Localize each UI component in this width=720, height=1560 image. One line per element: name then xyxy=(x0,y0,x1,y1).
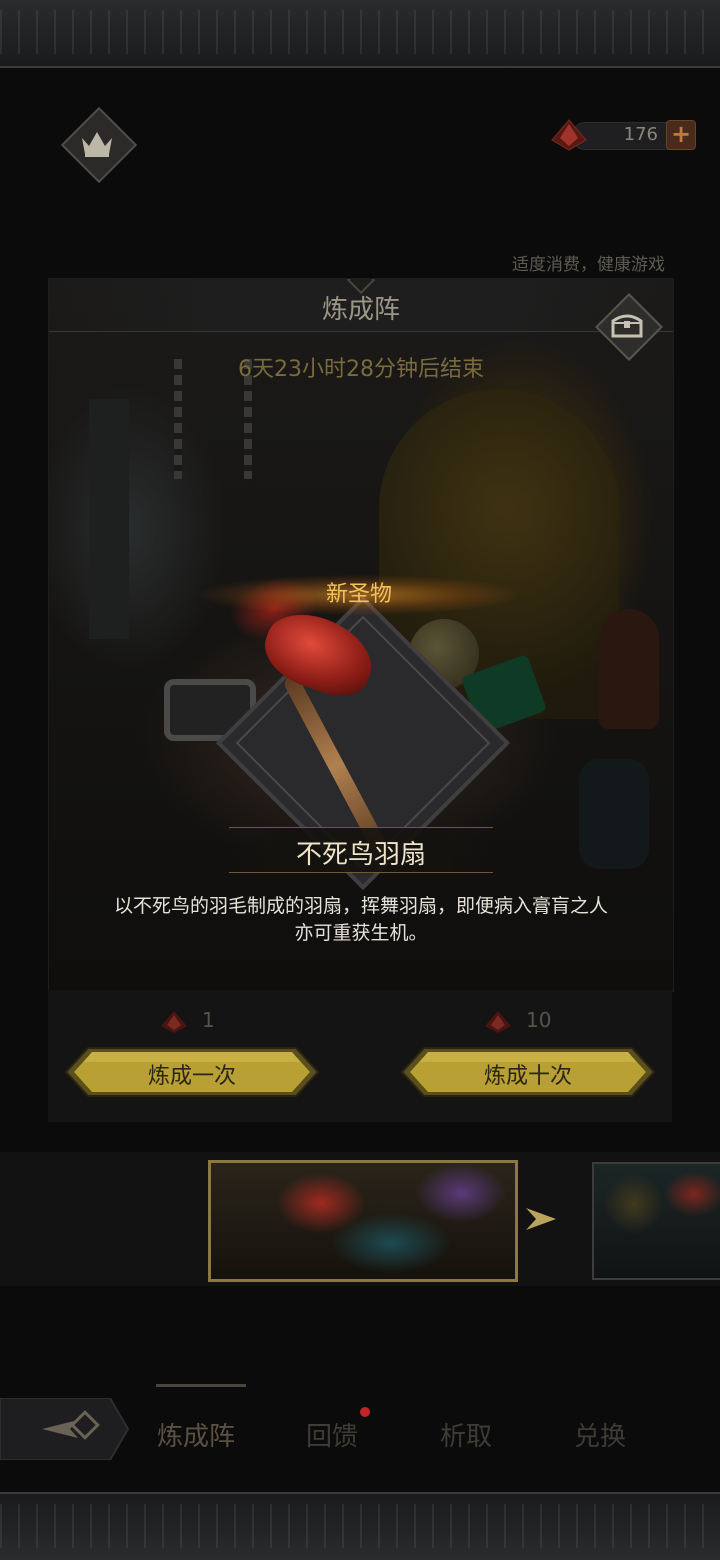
moderation-notice: 适度消费，健康游戏 xyxy=(512,255,665,275)
banner-thumbnail-next[interactable] xyxy=(592,1162,720,1280)
bottom-frame-border xyxy=(0,1492,720,1560)
event-timer: 6天23小时28分钟后结束 xyxy=(238,357,484,382)
forge-ten-label: 炼成十次 xyxy=(483,1064,572,1089)
panel-title: 炼成阵 xyxy=(321,295,400,325)
notification-badge xyxy=(360,1407,370,1417)
banner-thumbnail-selected[interactable] xyxy=(208,1160,518,1282)
ten-cost: 10 xyxy=(482,1008,551,1035)
single-cost: 1 xyxy=(158,1008,215,1035)
forge-once-button[interactable]: 炼成一次 xyxy=(64,1046,320,1098)
currency-display: 176 + xyxy=(548,118,698,152)
ten-cost-value: 10 xyxy=(526,1008,552,1032)
plus-icon: + xyxy=(670,120,692,148)
item-name-bar: 不死鸟羽扇 xyxy=(229,827,493,873)
scene-pillar xyxy=(89,399,129,639)
red-gem-icon xyxy=(551,119,587,151)
scene-jug xyxy=(579,759,649,869)
nav-tab-extract[interactable]: 析取 xyxy=(406,1416,526,1453)
nav-active-indicator xyxy=(156,1384,246,1387)
item-description: 以不死鸟的羽毛制成的羽扇，挥舞羽扇，即便病入膏肓之人亦可重获生机。 xyxy=(113,895,608,944)
nav-tab-forge[interactable]: 炼成阵 xyxy=(136,1416,256,1453)
panel-title-bar: 炼成阵 xyxy=(49,279,673,332)
forge-panel: 炼成阵 6天23小时28分钟后结束 新圣物 不死鸟羽扇 以不死鸟的羽毛制成的羽扇… xyxy=(48,278,674,992)
forge-ten-button[interactable]: 炼成十次 xyxy=(400,1046,656,1098)
treasure-chest-icon xyxy=(611,314,643,338)
add-currency-button[interactable]: + xyxy=(666,120,696,150)
new-relic-text: 新圣物 xyxy=(325,582,392,607)
red-gem-icon xyxy=(485,1010,511,1033)
scene-vase xyxy=(599,609,659,729)
top-frame-border xyxy=(0,0,720,68)
currency-count: 176 xyxy=(623,124,658,145)
forge-once-label: 炼成一次 xyxy=(147,1064,236,1089)
nav-tab-exchange[interactable]: 兑换 xyxy=(540,1416,660,1453)
single-cost-value: 1 xyxy=(202,1008,215,1032)
item-name: 不死鸟羽扇 xyxy=(295,840,426,870)
red-gem-icon xyxy=(161,1010,187,1033)
crown-icon xyxy=(82,132,112,157)
chevron-right-icon[interactable] xyxy=(524,1204,558,1234)
back-button[interactable] xyxy=(0,1398,130,1460)
new-relic-label: 新圣物 xyxy=(199,575,519,615)
crown-button[interactable] xyxy=(60,106,138,184)
reward-chest-button[interactable] xyxy=(595,293,663,361)
nav-tab-feedback[interactable]: 回馈 xyxy=(272,1416,392,1453)
